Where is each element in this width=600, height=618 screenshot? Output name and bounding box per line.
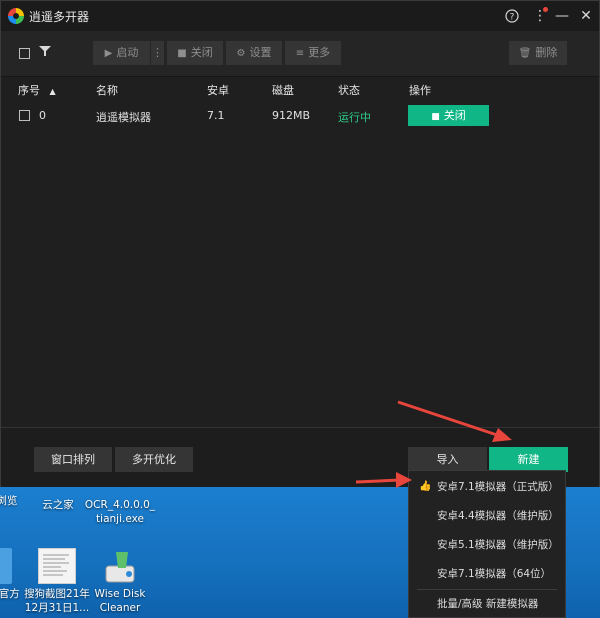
new-button[interactable]: 新建 xyxy=(489,447,568,472)
app-icon xyxy=(0,548,12,584)
stop-icon: ■ xyxy=(177,48,187,59)
more-label: 更多 xyxy=(308,46,331,59)
minimize-icon: — xyxy=(555,8,569,24)
wise-disk-cleaner-icon xyxy=(102,548,138,584)
stop-icon: ■ xyxy=(431,112,440,122)
desktop-icon-label: 云之家 xyxy=(42,499,74,511)
column-disk: 磁盘 xyxy=(272,84,294,97)
menu-item-android71-stable[interactable]: 👍 安卓7.1模拟器（正式版） xyxy=(409,473,565,501)
start-options-button[interactable]: ⋮ xyxy=(151,41,164,65)
menu-item-android71-64bit[interactable]: 安卓7.1模拟器（64位） xyxy=(409,560,565,588)
settings-label: 设置 xyxy=(249,46,272,59)
window-title: 逍遥多开器 xyxy=(29,10,90,24)
column-status: 状态 xyxy=(338,84,360,97)
close-icon: ✕ xyxy=(580,8,592,24)
settings-button[interactable]: ⚙ 设置 xyxy=(226,41,282,65)
desktop-icon-label: 置浏览 xyxy=(0,495,18,507)
help-icon: ? xyxy=(505,9,519,23)
menu-item-batch-advanced[interactable]: 批量/高级 新建模拟器 xyxy=(409,590,565,618)
row-index: 0 xyxy=(39,109,46,122)
close-all-button[interactable]: ■ 关闭 xyxy=(167,41,223,65)
menu-item-label: 安卓7.1模拟器（正式版） xyxy=(437,481,559,493)
import-button[interactable]: 导入 xyxy=(408,447,487,472)
trash-icon: 🗑 xyxy=(518,48,532,59)
multi-instance-manager-window: 逍遥多开器 ? ⋮ — ✕ ▶ 启动 ⋮ ■ 关闭 ⚙ 设置 ≡ 更多 🗑 删除… xyxy=(0,0,600,487)
menu-item-label: 安卓5.1模拟器（维护版） xyxy=(437,539,559,551)
desktop-icon-wise-disk-cleaner[interactable]: Wise Disk Cleaner xyxy=(80,548,160,615)
svg-text:?: ? xyxy=(510,13,515,23)
desktop-icon-ocr[interactable]: OCR_4.0.0.0_ tianji.exe xyxy=(80,498,160,526)
column-index[interactable]: 序号 ▲ xyxy=(18,82,56,98)
desktop-icon-label: Wise Disk Cleaner xyxy=(94,588,146,614)
table-row[interactable]: 0 逍遥模拟器 7.1 912MB 运行中 ■ 关闭 xyxy=(1,101,599,131)
filter-icon xyxy=(39,46,51,56)
menu-item-android51[interactable]: 安卓5.1模拟器（维护版） xyxy=(409,531,565,559)
multi-optimize-button[interactable]: 多开优化 xyxy=(115,447,193,472)
thumbs-up-icon: 👍 xyxy=(419,481,432,492)
gear-icon: ⚙ xyxy=(236,48,246,59)
window-arrange-button[interactable]: 窗口排列 xyxy=(34,447,112,472)
row-status: 运行中 xyxy=(338,111,371,124)
play-icon: ▶ xyxy=(104,48,113,59)
row-close-label: 关闭 xyxy=(443,109,466,122)
more-dots-icon: ⋮ xyxy=(152,46,163,59)
filter-button[interactable] xyxy=(39,45,53,59)
column-action: 操作 xyxy=(409,84,431,97)
start-button[interactable]: ▶ 启动 xyxy=(93,41,150,65)
delete-button[interactable]: 🗑 删除 xyxy=(509,41,567,65)
row-android: 7.1 xyxy=(207,109,225,122)
menu-item-label: 安卓7.1模拟器（64位） xyxy=(437,568,552,580)
column-name: 名称 xyxy=(96,84,118,97)
minimize-button[interactable]: — xyxy=(551,5,573,27)
help-button[interactable]: ? xyxy=(501,5,523,27)
notification-dot xyxy=(543,7,548,12)
menu-item-label: 批量/高级 新建模拟器 xyxy=(437,598,539,610)
row-disk: 912MB xyxy=(272,109,311,122)
list-icon: ≡ xyxy=(295,48,305,59)
row-close-button[interactable]: ■ 关闭 xyxy=(408,105,489,126)
menu-item-label: 安卓4.4模拟器（维护版） xyxy=(437,510,559,522)
select-all-checkbox[interactable] xyxy=(19,48,30,59)
menu-item-android44[interactable]: 安卓4.4模拟器（维护版） xyxy=(409,502,565,530)
app-logo-icon xyxy=(8,8,24,24)
sort-up-icon: ▲ xyxy=(49,87,56,96)
row-name: 逍遥模拟器 xyxy=(96,111,151,124)
new-emulator-menu: 👍 安卓7.1模拟器（正式版） 安卓4.4模拟器（维护版） 安卓5.1模拟器（维… xyxy=(408,470,566,618)
more-button[interactable]: ≡ 更多 xyxy=(285,41,341,65)
table-header: 序号 ▲ 名称 安卓 磁盘 状态 操作 xyxy=(1,79,599,99)
delete-label: 删除 xyxy=(535,46,558,59)
start-label: 启动 xyxy=(116,46,139,59)
toolbar: ▶ 启动 ⋮ ■ 关闭 ⚙ 设置 ≡ 更多 🗑 删除 xyxy=(1,31,599,77)
close-label: 关闭 xyxy=(190,46,213,59)
desktop-icon-label: OCR_4.0.0.0_ tianji.exe xyxy=(84,499,156,525)
column-android: 安卓 xyxy=(207,84,229,97)
title-bar: 逍遥多开器 ? ⋮ — ✕ xyxy=(1,1,599,31)
image-file-icon xyxy=(38,548,76,584)
menu-button[interactable]: ⋮ xyxy=(529,5,551,27)
row-checkbox[interactable] xyxy=(19,110,30,121)
close-window-button[interactable]: ✕ xyxy=(575,5,597,27)
